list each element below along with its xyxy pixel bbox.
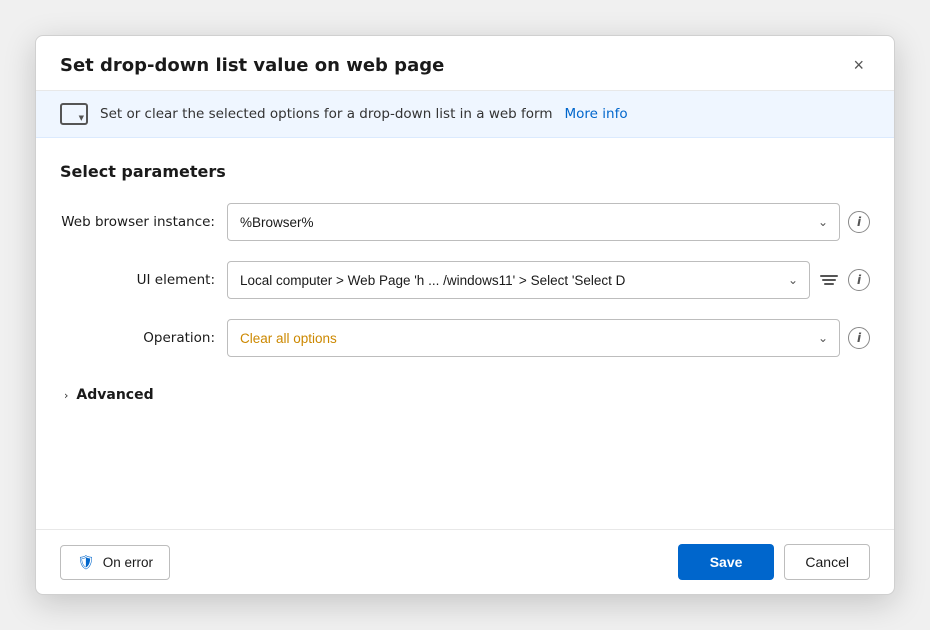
ui-element-info-icon[interactable]: i (848, 269, 870, 291)
more-info-link[interactable]: More info (565, 106, 628, 122)
cancel-button[interactable]: Cancel (784, 544, 870, 580)
operation-label: Operation: (60, 330, 215, 346)
on-error-label: On error (103, 555, 153, 570)
operation-control: Clear all options ⌄ i (227, 319, 870, 357)
dialog-body: Select parameters Web browser instance: … (36, 138, 894, 529)
browser-instance-select-wrapper: %Browser% ⌄ (227, 203, 840, 241)
operation-info-icon[interactable]: i (848, 327, 870, 349)
browser-instance-row: Web browser instance: %Browser% ⌄ i (60, 203, 870, 241)
section-title: Select parameters (60, 162, 870, 181)
operation-select-wrapper: Clear all options ⌄ (227, 319, 840, 357)
advanced-chevron-icon: › (64, 389, 68, 402)
browser-instance-control: %Browser% ⌄ i (227, 203, 870, 241)
ui-element-row: UI element: Local computer > Web Page 'h… (60, 261, 870, 299)
shield-icon: 🛡 (77, 554, 95, 571)
operation-row: Operation: Clear all options ⌄ i (60, 319, 870, 357)
close-button[interactable]: × (847, 54, 870, 76)
info-banner: Set or clear the selected options for a … (36, 91, 894, 138)
browser-instance-select[interactable]: %Browser% (227, 203, 840, 241)
dialog: Set drop-down list value on web page × S… (35, 35, 895, 595)
operation-select[interactable]: Clear all options (227, 319, 840, 357)
dialog-header: Set drop-down list value on web page × (36, 36, 894, 91)
ui-element-control: Local computer > Web Page 'h ... /window… (227, 261, 870, 299)
dialog-footer: 🛡 On error Save Cancel (36, 529, 894, 594)
ui-element-select[interactable]: Local computer > Web Page 'h ... /window… (227, 261, 810, 299)
on-error-button[interactable]: 🛡 On error (60, 545, 170, 580)
dropdown-icon (60, 103, 88, 125)
browser-instance-label: Web browser instance: (60, 214, 215, 230)
banner-text: Set or clear the selected options for a … (100, 106, 553, 122)
save-button[interactable]: Save (678, 544, 775, 580)
ui-element-select-wrapper: Local computer > Web Page 'h ... /window… (227, 261, 810, 299)
dialog-title: Set drop-down list value on web page (60, 55, 444, 76)
layers-icon[interactable] (818, 269, 840, 291)
advanced-section[interactable]: › Advanced (64, 377, 870, 413)
footer-right: Save Cancel (678, 544, 870, 580)
advanced-label: Advanced (76, 387, 153, 403)
browser-info-icon[interactable]: i (848, 211, 870, 233)
ui-element-label: UI element: (60, 272, 215, 288)
